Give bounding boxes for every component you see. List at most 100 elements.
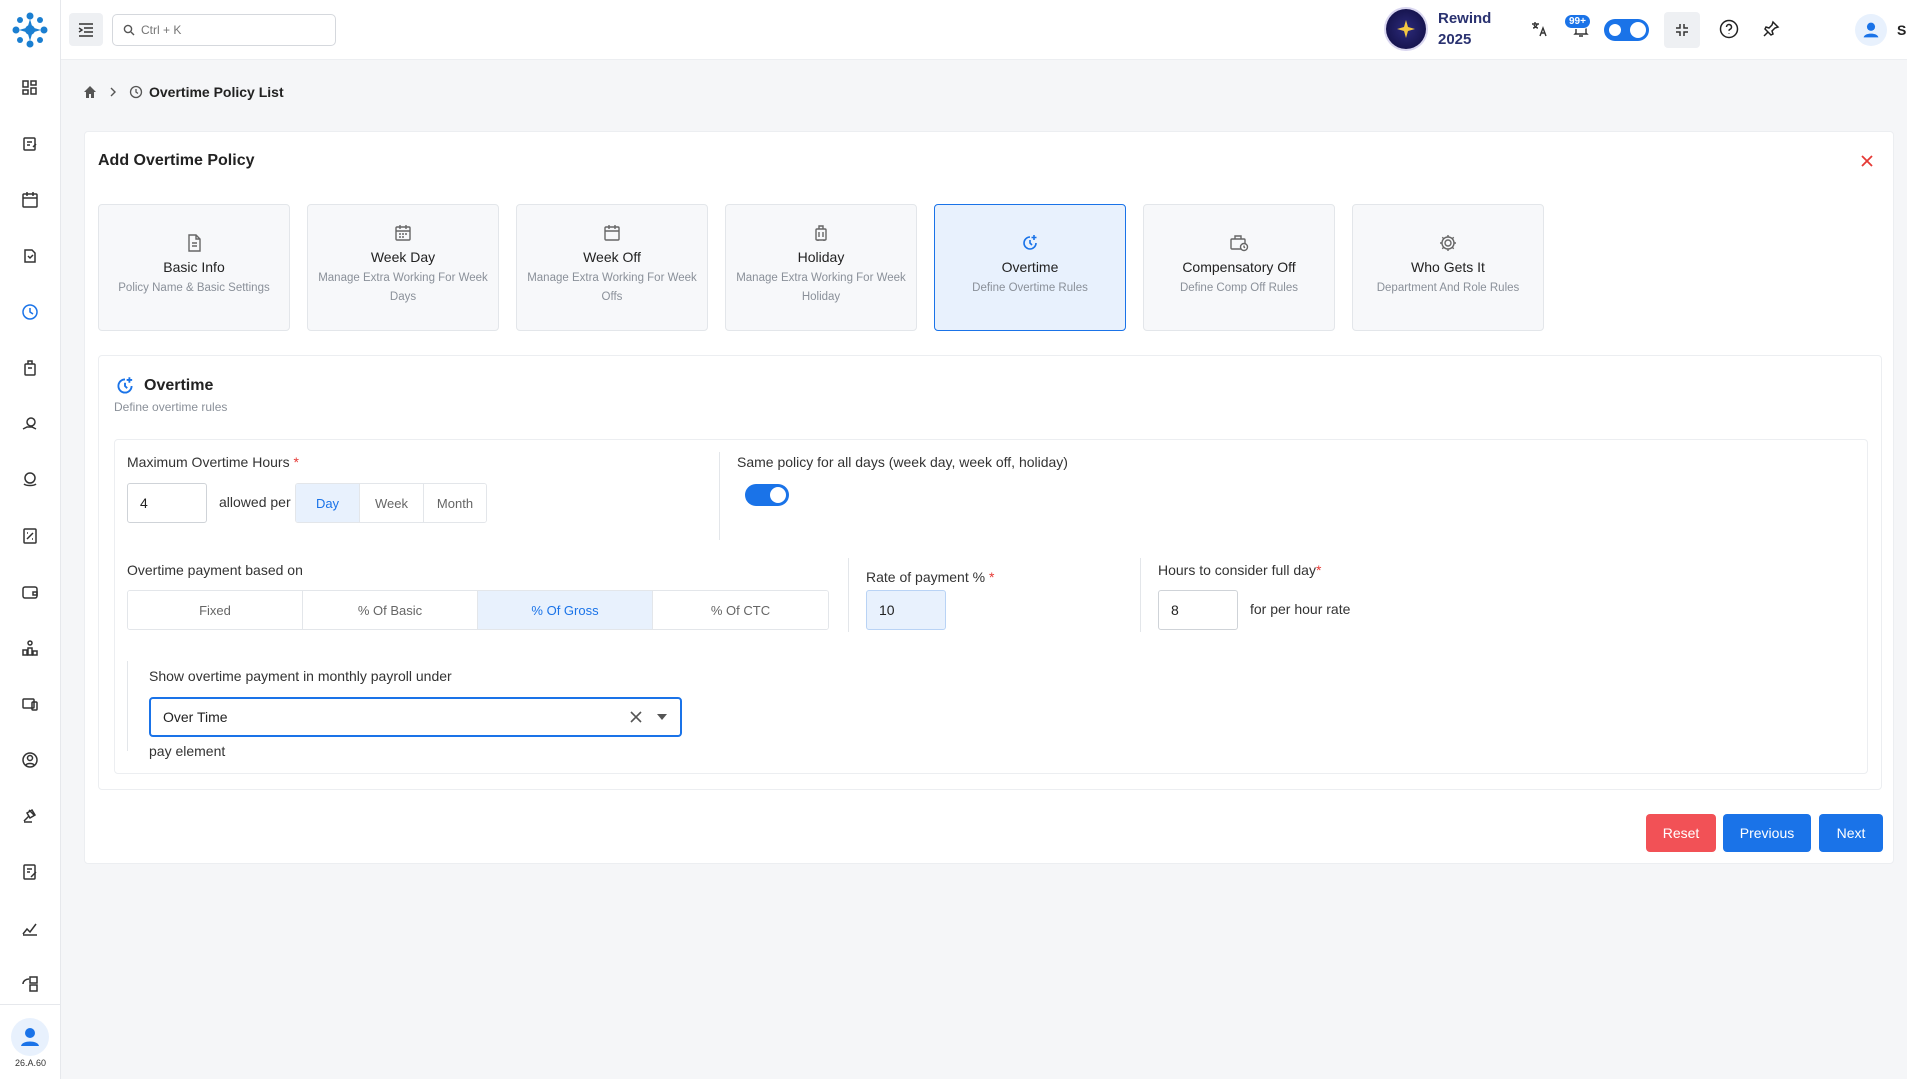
max-hours-label: Maximum Overtime Hours *	[127, 454, 299, 470]
org-chart-icon[interactable]	[19, 637, 41, 659]
step-title: Week Off	[583, 249, 641, 265]
period-option-month[interactable]: Month	[424, 484, 486, 522]
report-icon[interactable]	[19, 525, 41, 547]
rewind-2025-widget[interactable]: Rewind 2025	[1386, 8, 1491, 50]
briefcase-clock-icon	[1230, 235, 1249, 252]
rewind-year: 2025	[1438, 31, 1472, 48]
gavel-icon[interactable]	[19, 805, 41, 827]
calendar-icon[interactable]	[19, 189, 41, 211]
rate-label: Rate of payment % *	[866, 569, 995, 585]
search-input[interactable]	[141, 23, 321, 37]
coins-icon[interactable]	[19, 469, 41, 491]
period-option-week[interactable]: Week	[360, 484, 424, 522]
step-who-gets-it[interactable]: Who Gets It Department And Role Rules	[1352, 204, 1544, 331]
topbar: Rewind 2025 99+ Support	[61, 0, 1907, 60]
moon-icon	[1609, 24, 1621, 36]
breadcrumb: Overtime Policy List	[83, 84, 284, 100]
left-border	[127, 661, 128, 751]
translate-icon[interactable]	[1527, 17, 1551, 41]
step-subtitle: Policy Name & Basic Settings	[118, 282, 270, 294]
theme-toggle[interactable]	[1604, 19, 1649, 41]
clear-icon[interactable]	[627, 708, 645, 726]
payment-based-label: Overtime payment based on	[127, 562, 303, 578]
gear-icon	[1440, 235, 1456, 251]
clock-icon[interactable]	[19, 301, 41, 323]
reset-button[interactable]: Reset	[1646, 814, 1716, 852]
required-mark: *	[1315, 562, 1322, 578]
clock-plus-icon	[1023, 235, 1037, 250]
menu-toggle-button[interactable]	[69, 13, 103, 46]
payment-option-basic[interactable]: % Of Basic	[303, 591, 478, 629]
sidebar-divider	[0, 1004, 61, 1005]
home-icon[interactable]	[83, 85, 97, 99]
step-compensatory-off[interactable]: Compensatory Off Define Comp Off Rules	[1143, 204, 1335, 331]
step-basic-info[interactable]: Basic Info Policy Name & Basic Settings	[98, 204, 290, 331]
step-subtitle: Manage Extra Working For Week Holiday	[736, 272, 906, 303]
required-mark: *	[293, 454, 299, 470]
task-icon[interactable]	[19, 133, 41, 155]
payment-option-ctc[interactable]: % Of CTC	[653, 591, 828, 629]
column-divider	[719, 452, 720, 540]
chevron-right-icon	[110, 87, 116, 97]
search-icon	[123, 24, 135, 36]
step-holiday[interactable]: Holiday Manage Extra Working For Week Ho…	[725, 204, 917, 331]
payment-option-gross[interactable]: % Of Gross	[478, 591, 653, 629]
calendar-icon	[604, 225, 620, 241]
chart-icon[interactable]	[19, 917, 41, 939]
step-subtitle: Department And Role Rules	[1376, 282, 1520, 294]
wallet-icon[interactable]	[19, 581, 41, 603]
apps-icon[interactable]	[19, 973, 41, 995]
hand-money-icon[interactable]	[19, 413, 41, 435]
user-name: Support	[1897, 22, 1907, 38]
payment-option-fixed[interactable]: Fixed	[128, 591, 303, 629]
user-menu[interactable]: Support	[1855, 14, 1907, 46]
devices-icon[interactable]	[19, 693, 41, 715]
chevron-down-icon[interactable]	[657, 714, 667, 720]
menu-icon	[78, 22, 93, 37]
overtime-form: Maximum Overtime Hours * allowed per Day…	[114, 439, 1868, 774]
payment-basis-selector: Fixed % Of Basic % Of Gross % Of CTC	[127, 590, 829, 630]
full-day-hours-input[interactable]	[1158, 590, 1238, 630]
page-title: Add Overtime Policy	[98, 152, 255, 169]
max-hours-input[interactable]	[127, 483, 207, 523]
app-version: 26.A.60	[14, 1058, 47, 1068]
user-circle-icon[interactable]	[19, 749, 41, 771]
pay-element-text: pay element	[149, 743, 226, 759]
breadcrumb-current[interactable]: Overtime Policy List	[129, 84, 284, 100]
collapse-icon	[1676, 24, 1688, 36]
help-icon[interactable]	[1717, 17, 1741, 41]
step-subtitle: Manage Extra Working For Week Offs	[527, 272, 697, 303]
same-policy-toggle[interactable]	[745, 484, 789, 506]
sidebar-avatar[interactable]	[11, 1018, 49, 1056]
payroll-element-select[interactable]: Over Time	[149, 697, 682, 737]
step-title: Holiday	[797, 249, 845, 265]
close-icon[interactable]	[1857, 151, 1877, 171]
previous-button[interactable]: Previous	[1723, 814, 1811, 852]
payroll-element-value: Over Time	[163, 709, 228, 725]
step-title: Compensatory Off	[1182, 259, 1296, 275]
section-title: Overtime	[144, 377, 214, 394]
breadcrumb-current-label: Overtime Policy List	[149, 84, 284, 100]
fullscreen-button[interactable]	[1664, 12, 1700, 48]
leave-icon[interactable]	[19, 245, 41, 267]
search-box[interactable]	[112, 14, 336, 46]
step-overtime[interactable]: Overtime Define Overtime Rules	[934, 204, 1126, 331]
column-divider	[1140, 558, 1141, 632]
sparkle-icon	[1397, 20, 1415, 38]
rewind-badge	[1386, 9, 1426, 49]
step-title: Week Day	[370, 249, 436, 265]
dashboard-icon[interactable]	[19, 77, 41, 99]
step-week-day[interactable]: Week Day Manage Extra Working For Week D…	[307, 204, 499, 331]
pin-icon[interactable]	[1759, 17, 1783, 41]
edit-doc-icon[interactable]	[19, 861, 41, 883]
briefcase-icon[interactable]	[19, 357, 41, 379]
rewind-title: Rewind	[1438, 10, 1492, 27]
payroll-label: Show overtime payment in monthly payroll…	[149, 668, 452, 684]
next-button[interactable]: Next	[1819, 814, 1883, 852]
required-mark: *	[988, 569, 995, 585]
step-week-off[interactable]: Week Off Manage Extra Working For Week O…	[516, 204, 708, 331]
step-title: Overtime	[1001, 259, 1059, 275]
period-option-day[interactable]: Day	[296, 484, 360, 522]
app-logo[interactable]	[10, 10, 50, 50]
rate-input[interactable]	[866, 590, 946, 630]
